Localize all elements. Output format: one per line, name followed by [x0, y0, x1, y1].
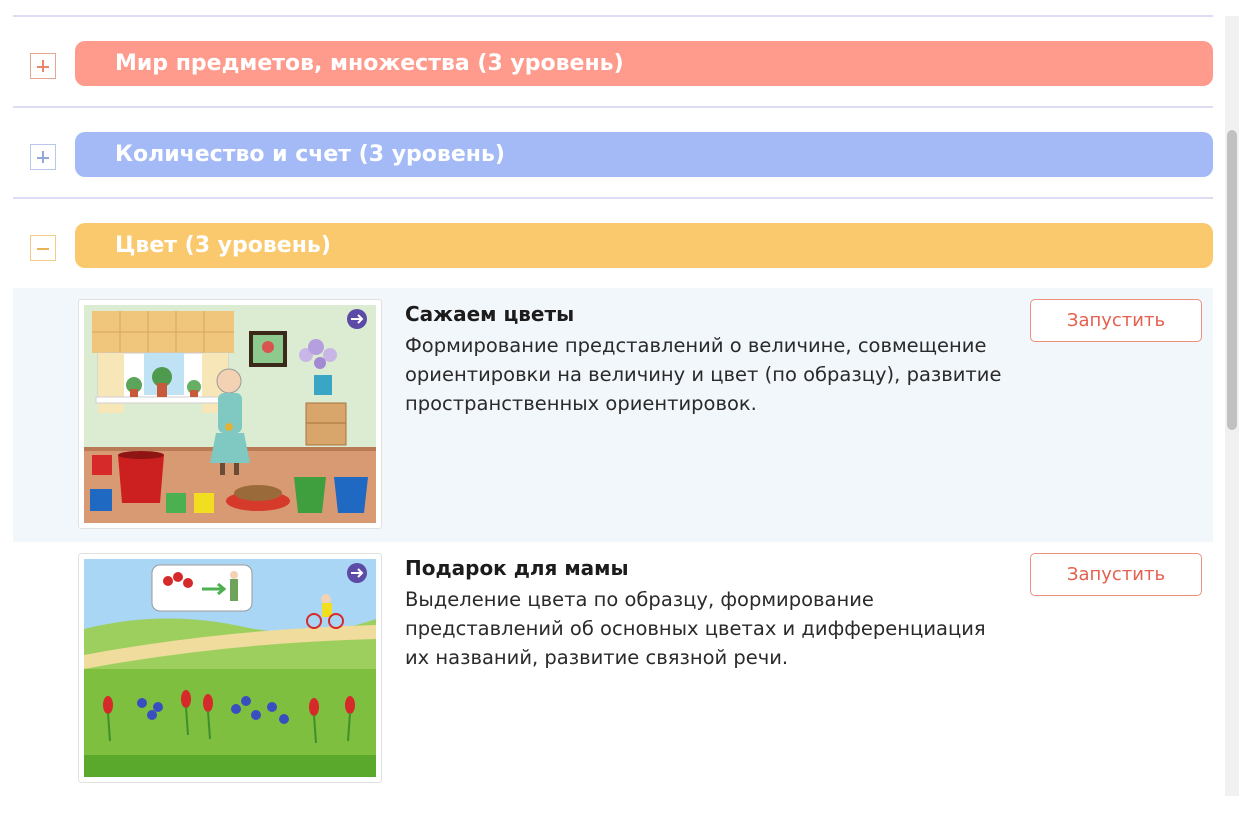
launch-button[interactable]: Запустить	[1030, 299, 1202, 342]
game-item-gift-for-mom: Подарок для мамы Выделение цвета по обра…	[13, 542, 1213, 796]
game-description: Формирование представлений о величине, с…	[405, 334, 1002, 415]
plus-icon[interactable]	[30, 53, 56, 79]
scrollbar-thumb[interactable]	[1227, 130, 1237, 430]
section-header[interactable]: Мир предметов, множества (3 уровень)	[75, 41, 1213, 86]
game-description: Выделение цвета по образцу, формирование…	[405, 588, 986, 669]
toggle-bar	[37, 248, 49, 250]
section-objects-sets: Мир предметов, множества (3 уровень)	[13, 17, 1213, 108]
game-list: Сажаем цветы Формирование представлений …	[13, 288, 1213, 796]
game-thumbnail[interactable]	[78, 299, 382, 529]
room-scene-illustration	[84, 305, 376, 523]
section-title: Мир предметов, множества (3 уровень)	[115, 51, 624, 76]
game-item-planting-flowers: Сажаем цветы Формирование представлений …	[13, 288, 1213, 542]
section-title: Цвет (3 уровень)	[115, 233, 331, 258]
game-title: Подарок для мамы	[405, 556, 629, 580]
toggle-bar	[42, 151, 44, 163]
section-header[interactable]: Количество и счет (3 уровень)	[75, 132, 1213, 177]
section-title: Количество и счет (3 уровень)	[115, 142, 505, 167]
meadow-scene-illustration	[84, 559, 376, 777]
section-color: Цвет (3 уровень)	[13, 199, 1213, 290]
game-thumbnail[interactable]	[78, 553, 382, 783]
game-title: Сажаем цветы	[405, 302, 575, 326]
launch-button[interactable]: Запустить	[1030, 553, 1202, 596]
plus-icon[interactable]	[30, 144, 56, 170]
section-quantity-counting: Количество и счет (3 уровень)	[13, 108, 1213, 199]
toggle-bar	[42, 60, 44, 72]
section-header[interactable]: Цвет (3 уровень)	[75, 223, 1213, 268]
minus-icon[interactable]	[30, 235, 56, 261]
